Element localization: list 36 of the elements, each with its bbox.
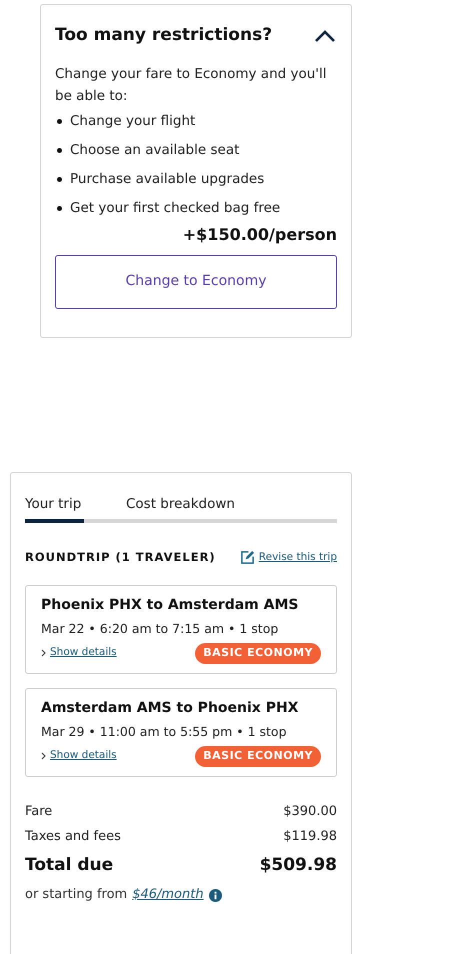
show-details-link[interactable]: Show details	[50, 645, 117, 662]
flight-times: Mar 29 • 11:00 am to 5:55 pm • 1 stop	[41, 723, 288, 742]
benefit-text: Choose an available seat	[70, 140, 240, 160]
cost-label: Fare	[25, 803, 52, 821]
tab[interactable]: Cost breakdown	[84, 489, 337, 523]
fare-badge: BASIC ECONOMY	[195, 643, 321, 664]
revise-trip-link[interactable]: Revise this trip	[258, 550, 337, 566]
bullet-icon	[57, 118, 62, 124]
show-details-link[interactable]: Show details	[50, 748, 117, 764]
benefit-text: Purchase available upgrades	[70, 170, 264, 189]
cost-amount: $119.98	[283, 828, 337, 846]
cost-label: Total due	[25, 854, 114, 876]
chevron-right-icon	[41, 649, 46, 658]
intro-text: Change your fare to Economy and you'll be able to:	[55, 64, 328, 106]
bullet-icon	[57, 148, 62, 152]
change-fare-button[interactable]: Change to Economy	[55, 254, 337, 308]
financing-text: or starting from	[25, 886, 128, 904]
panel-title: Too many restrictions?	[55, 24, 272, 47]
price-text: +$150.00/person	[182, 224, 337, 246]
cost-amount: $390.00	[283, 803, 337, 821]
bullet-icon	[57, 176, 62, 182]
edit-icon	[240, 550, 255, 566]
flight-route: Phoenix PHX to Amsterdam AMS	[41, 596, 300, 616]
flight-route: Amsterdam AMS to Phoenix PHX	[41, 699, 300, 718]
section-heading: ROUNDTRIP (1 TRAVELER)	[25, 549, 216, 566]
flight-times: Mar 22 • 6:20 am to 7:15 am • 1 stop	[41, 620, 280, 638]
benefit-text: Change your flight	[70, 112, 196, 131]
financing-link[interactable]: $46/month	[132, 885, 204, 905]
cost-label: Taxes and fees	[25, 828, 121, 846]
benefit-text: Get your first checked bag free	[70, 198, 280, 218]
bullet-icon	[57, 206, 62, 210]
fare-badge: BASIC ECONOMY	[195, 746, 321, 766]
cost-amount: $509.98	[260, 854, 337, 876]
tab[interactable]: Your trip	[25, 489, 84, 523]
info-icon[interactable]	[208, 888, 222, 902]
chevron-right-icon	[41, 752, 46, 760]
